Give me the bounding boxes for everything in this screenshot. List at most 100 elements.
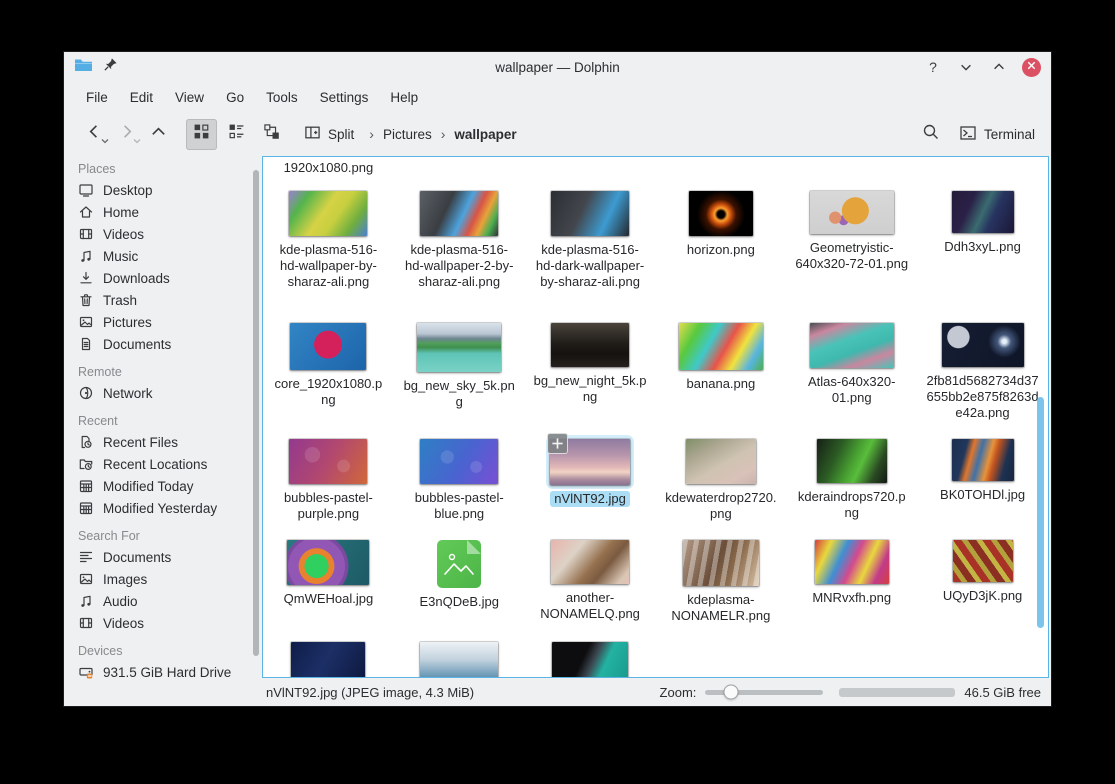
view-details-button[interactable] <box>221 119 252 150</box>
breadcrumb-item-wallpaper[interactable]: wallpaper <box>454 127 516 142</box>
file-item-atlas-640x320-01-png[interactable]: Atlas-640x320-01.png <box>786 319 917 435</box>
file-item-banana-png[interactable]: banana.png <box>655 319 786 435</box>
sidebar-item-downloads[interactable]: Downloads <box>64 267 262 289</box>
file-item-1920x1080-png[interactable]: 1920x1080.png <box>263 157 394 187</box>
file-item-kdeplasma-nonamelr-png[interactable]: kdeplasma-NONAMELR.png <box>655 536 786 638</box>
file-item-partial[interactable] <box>394 638 525 678</box>
file-item-bk0tohdl-jpg[interactable]: BK0TOHDl.jpg <box>917 435 1048 536</box>
sidebar-item-label: Documents <box>103 550 171 565</box>
file-name: UQyD3jK.png <box>943 588 1022 604</box>
menu-item-go[interactable]: Go <box>215 86 255 109</box>
menu-item-tools[interactable]: Tools <box>255 86 309 109</box>
file-item-qmwehoal-jpg[interactable]: QmWEHoal.jpg <box>263 536 394 638</box>
terminal-button[interactable]: Terminal <box>955 118 1039 150</box>
forward-button[interactable] <box>110 118 142 150</box>
add-selection-button[interactable] <box>547 433 568 454</box>
forward-dropdown-icon <box>133 131 141 149</box>
sidebar-item-home[interactable]: Home <box>64 201 262 223</box>
sidebar-item-trash[interactable]: Trash <box>64 289 262 311</box>
split-button[interactable]: Split <box>295 118 363 150</box>
image-placeholder-icon <box>437 540 481 588</box>
sidebar-item-label: Pictures <box>103 315 152 330</box>
file-item-e3nqdeb-jpg[interactable]: E3nQDeB.jpg <box>394 536 525 638</box>
file-row: kde-plasma-516-hd-wallpaper-by-sharaz-al… <box>263 187 1048 319</box>
menu-item-help[interactable]: Help <box>379 86 429 109</box>
file-item-core-1920x1080-png[interactable]: core_1920x1080.png <box>263 319 394 435</box>
file-item-kdewaterdrop2720-png[interactable]: kdewaterdrop2720.png <box>655 435 786 536</box>
sidebar-item-recent-locations[interactable]: Recent Locations <box>64 453 262 475</box>
file-thumbnail <box>289 439 367 484</box>
downloads-icon <box>78 270 94 286</box>
file-item-mnrvxfh-png[interactable]: MNRvxfh.png <box>786 536 917 638</box>
pin-icon[interactable] <box>103 57 118 77</box>
file-item-2fb81d5682734d37655bb2e875f8263de42a-png[interactable]: 2fb81d5682734d37655bb2e875f8263de42a.png <box>917 319 1048 435</box>
image-icon <box>78 314 94 330</box>
sidebar-item-label: Modified Yesterday <box>103 501 217 516</box>
sidebar-item-images[interactable]: Images <box>64 568 262 590</box>
file-item-kde-plasma-516-hd-wallpaper-2-by-sharaz-ali-png[interactable]: kde-plasma-516-hd-wallpaper-2-by-sharaz-… <box>394 187 525 319</box>
sidebar-item-label: Modified Today <box>103 479 194 494</box>
breadcrumb-item-pictures[interactable]: Pictures <box>383 127 432 142</box>
file-name: kdewaterdrop2720.png <box>664 490 778 522</box>
menu-item-settings[interactable]: Settings <box>309 86 380 109</box>
file-item-kde-plasma-516-hd-dark-wallpaper-by-sharaz-ali-png[interactable]: kde-plasma-516-hd-dark-wallpaper-by-shar… <box>525 187 656 319</box>
sidebar-item-label: Recent Files <box>103 435 178 450</box>
file-item-another-nonamelq-png[interactable]: another-NONAMELQ.png <box>525 536 656 638</box>
help-button[interactable]: ? <box>923 57 943 77</box>
sidebar-item-modified-today[interactable]: Modified Today <box>64 475 262 497</box>
sidebar-item-documents[interactable]: Documents <box>64 546 262 568</box>
menu-item-edit[interactable]: Edit <box>119 86 164 109</box>
empty-grid-cell <box>525 157 656 187</box>
sidebar-item-audio[interactable]: Audio <box>64 590 262 612</box>
main-scrollbar[interactable] <box>1037 397 1044 628</box>
file-item-bubbles-pastel-purple-png[interactable]: bubbles-pastel-purple.png <box>263 435 394 536</box>
back-dropdown-icon <box>101 131 109 149</box>
zoom-slider[interactable] <box>705 690 823 695</box>
file-name: another-NONAMELQ.png <box>533 590 647 622</box>
sidebar-scrollbar[interactable] <box>253 170 259 656</box>
minimize-button[interactable] <box>956 57 976 77</box>
titlebar[interactable]: wallpaper — Dolphin ? <box>64 52 1051 82</box>
back-button[interactable] <box>78 118 110 150</box>
sidebar-item-network[interactable]: Network <box>64 382 262 404</box>
sidebar-item-label: Downloads <box>103 271 170 286</box>
close-button[interactable] <box>1022 58 1041 77</box>
sidebar-item-label: Documents <box>103 337 171 352</box>
file-item-bg-new-sky-5k-png[interactable]: bg_new_sky_5k.png <box>394 319 525 435</box>
sidebar-item-label: 931.5 GiB Hard Drive <box>103 665 231 680</box>
file-item-bg-new-night-5k-png[interactable]: bg_new_night_5k.png <box>525 319 656 435</box>
sidebar-item-label: Videos <box>103 227 144 242</box>
search-button[interactable] <box>915 118 947 150</box>
file-row <box>263 638 1048 678</box>
sidebar-item-music[interactable]: Music <box>64 245 262 267</box>
view-icons-button[interactable] <box>186 119 217 150</box>
file-item-kde-plasma-516-hd-wallpaper-by-sharaz-ali-png[interactable]: kde-plasma-516-hd-wallpaper-by-sharaz-al… <box>263 187 394 319</box>
main-view[interactable]: 1920x1080.pngkde-plasma-516-hd-wallpaper… <box>262 156 1049 678</box>
view-tree-button[interactable] <box>256 119 287 150</box>
sidebar-item-videos[interactable]: Videos <box>64 612 262 634</box>
file-thumbnail <box>686 439 756 484</box>
empty-grid-cell <box>917 638 1048 678</box>
file-item-partial[interactable] <box>525 638 656 678</box>
toolbar: Split › Pictures › wallpaper Terminal <box>64 112 1051 156</box>
file-item-horizon-png[interactable]: horizon.png <box>655 187 786 319</box>
menu-item-file[interactable]: File <box>75 86 119 109</box>
up-button[interactable] <box>142 118 174 150</box>
file-item-geometryistic-640x320-72-01-png[interactable]: Geometryistic-640x320-72-01.png <box>786 187 917 319</box>
sidebar-item-desktop[interactable]: Desktop <box>64 179 262 201</box>
zoom-slider-handle[interactable] <box>724 685 739 700</box>
sidebar-item-videos[interactable]: Videos <box>64 223 262 245</box>
menu-item-view[interactable]: View <box>164 86 215 109</box>
sidebar-item-pictures[interactable]: Pictures <box>64 311 262 333</box>
sidebar-item-documents[interactable]: Documents <box>64 333 262 355</box>
sidebar-item-931-5-gib-hard-drive[interactable]: 931.5 GiB Hard Drive <box>64 661 262 683</box>
file-item-kderaindrops720-png[interactable]: kderaindrops720.png <box>786 435 917 536</box>
maximize-button[interactable] <box>989 57 1009 77</box>
file-item-uqyd3jk-png[interactable]: UQyD3jK.png <box>917 536 1048 638</box>
file-item-partial[interactable] <box>263 638 394 678</box>
file-item-nvlnt92-jpg[interactable]: nVlNT92.jpg <box>525 435 656 536</box>
sidebar-item-modified-yesterday[interactable]: Modified Yesterday <box>64 497 262 519</box>
file-item-bubbles-pastel-blue-png[interactable]: bubbles-pastel-blue.png <box>394 435 525 536</box>
file-item-ddh3xyl-png[interactable]: Ddh3xyL.png <box>917 187 1048 319</box>
sidebar-item-recent-files[interactable]: Recent Files <box>64 431 262 453</box>
